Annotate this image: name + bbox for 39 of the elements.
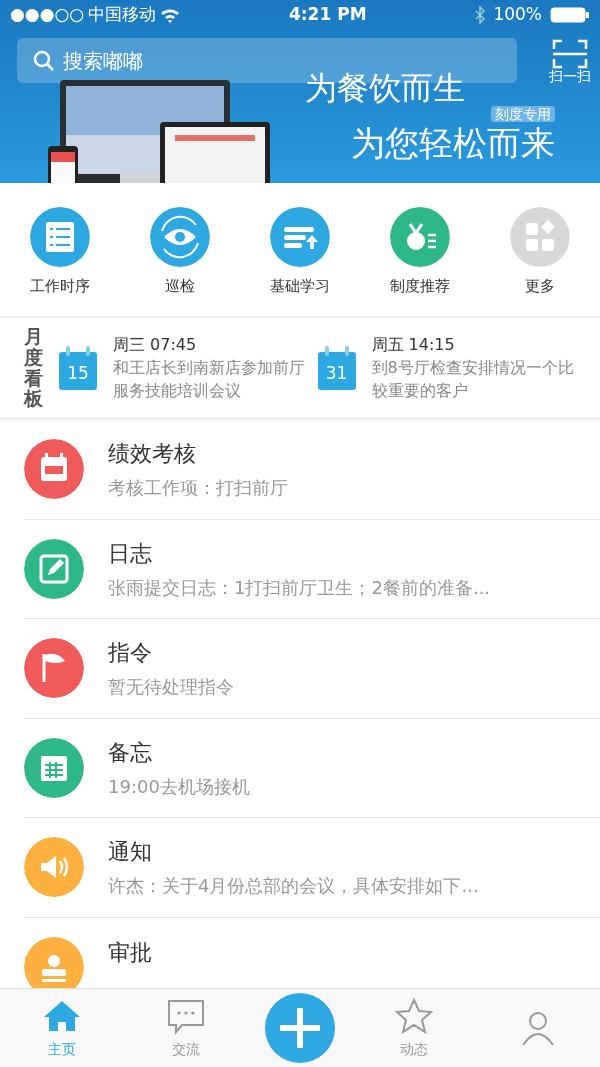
signal-indicator: ●●●○○ [10,3,85,27]
shortcut-button[interactable]: 巡检 [125,207,235,316]
shortcut-button[interactable]: 工作时序 [5,207,115,316]
item-title: 指令 [108,639,153,668]
battery-percent: 100% [493,3,542,27]
event-time: 周三 07:45 [113,334,198,357]
item-title: 日志 [108,539,153,568]
feed-item[interactable]: 指令 暂无待处理指令 [24,619,600,719]
item-title: 备忘 [108,738,153,767]
event-description: 到8号厅检查安排情况一个比较重要的客户 [371,357,575,402]
star-icon [394,996,434,1035]
scan-button[interactable]: 扫一扫 [548,38,592,86]
item-title: 绩效考核 [108,440,197,469]
board-title: 月度看板 [24,325,43,410]
banner-tag: 刻度专用 [491,106,555,122]
item-summary: 暂无待处理指令 [108,675,234,700]
item-title: 审批 [108,938,152,967]
carrier-name: 中国移动 [88,3,157,27]
shortcut-button[interactable]: 更多 [485,207,595,316]
feed-item[interactable]: 备忘 19:00去机场接机 [24,718,600,818]
search-icon [33,50,55,72]
feed-item[interactable]: 通知 许杰：关于4月份总部的会议，具体安排如下... [24,818,600,918]
feed-item[interactable]: 日志 张雨提交日志：1打扫前厅卫生；2餐前的准备... [24,519,600,619]
item-summary: 19:00去机场接机 [108,774,250,799]
wifi-icon [160,7,181,23]
banner-subline: 为您轻松而来 [351,123,555,163]
bluetooth-icon [475,6,486,24]
plus-icon [278,1006,322,1050]
shortcut-button[interactable]: 制度推荐 [365,207,475,316]
event-description: 和王店长到南新店参加前厅服务技能培训会议 [113,357,306,402]
clock-time: 4:21 PM [289,3,367,27]
feed-item[interactable]: 绩效考核 考核工作项：打扫前厅 [24,420,600,520]
item-summary: 张雨提交日志：1打扫前厅卫生；2餐前的准备... [108,575,491,600]
battery-icon [550,7,590,23]
item-title: 通知 [108,838,153,867]
item-summary: 许杰：关于4月份总部的会议，具体安排如下... [108,874,479,899]
shortcut-button[interactable]: 基础学习 [245,207,355,316]
item-summary: 考核工作项：打扫前厅 [108,476,288,501]
event-time: 周五 14:15 [371,334,456,357]
